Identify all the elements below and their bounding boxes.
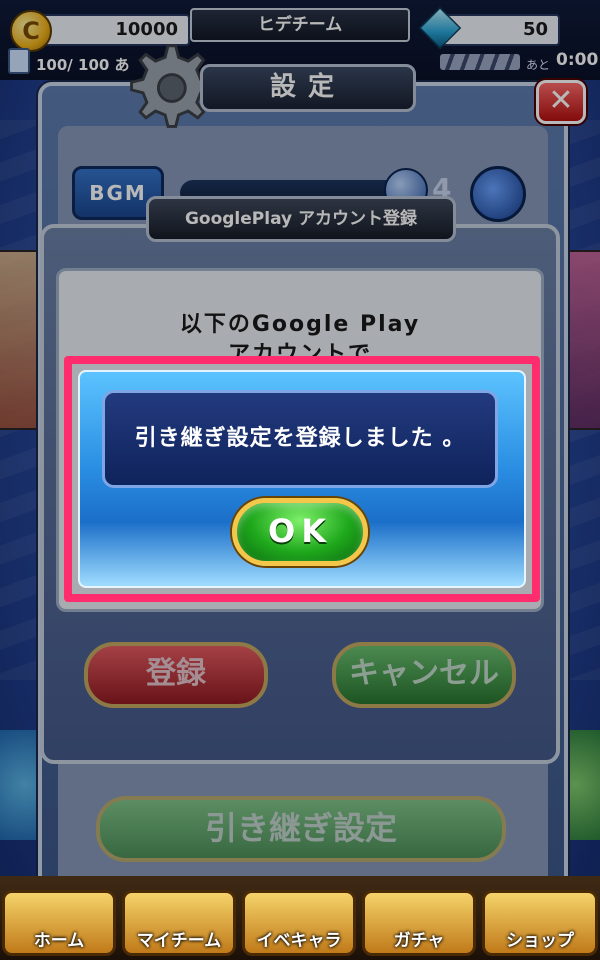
- nav-my-team-label: マイチーム: [136, 931, 222, 951]
- nav-home[interactable]: ホーム: [2, 890, 116, 956]
- nav-gacha[interactable]: ガチャ: [362, 890, 476, 956]
- nav-home-label: ホーム: [33, 931, 85, 951]
- alert-message: 引き継ぎ設定を登録しました 。: [102, 390, 498, 488]
- nav-shop-label: ショップ: [506, 931, 574, 951]
- nav-event-chara[interactable]: イベキャラ: [242, 890, 356, 956]
- ok-button[interactable]: OK: [232, 498, 368, 566]
- nav-event-chara-label: イベキャラ: [256, 931, 342, 951]
- nav-shop[interactable]: ショップ: [482, 890, 598, 956]
- nav-gacha-label: ガチャ: [393, 931, 445, 951]
- nav-my-team[interactable]: マイチーム: [122, 890, 236, 956]
